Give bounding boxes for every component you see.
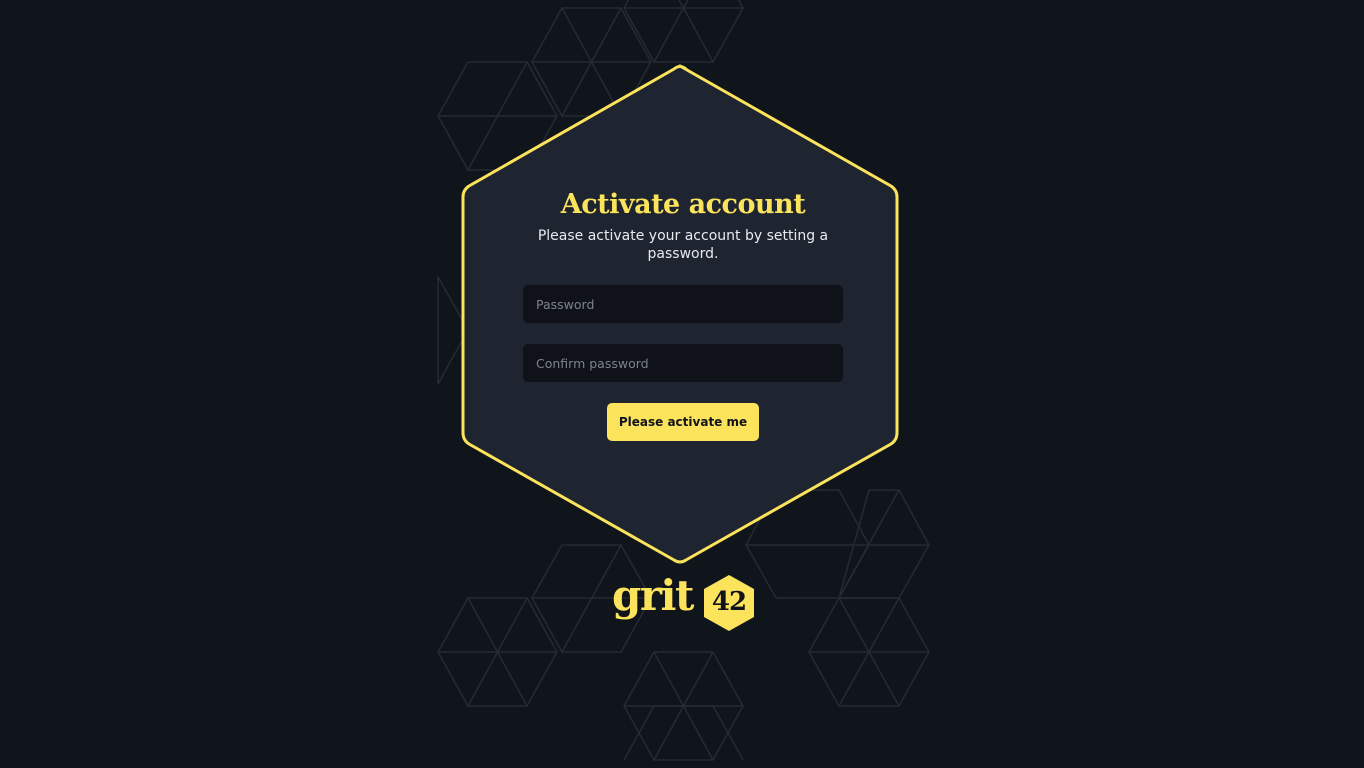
grit42-logo: grit 42 bbox=[612, 570, 757, 634]
activate-button[interactable]: Please activate me bbox=[606, 403, 760, 441]
page-subtitle: Please activate your account by setting … bbox=[537, 228, 829, 262]
page-title: Activate account bbox=[560, 189, 806, 220]
activation-page: Activate account Please activate your ac… bbox=[0, 0, 1364, 768]
activation-form-card: Activate account Please activate your ac… bbox=[523, 185, 843, 441]
logo-wordmark: grit bbox=[612, 571, 694, 620]
password-input[interactable] bbox=[523, 285, 843, 323]
confirm-password-input[interactable] bbox=[523, 344, 843, 382]
logo-number: 42 bbox=[711, 587, 747, 617]
